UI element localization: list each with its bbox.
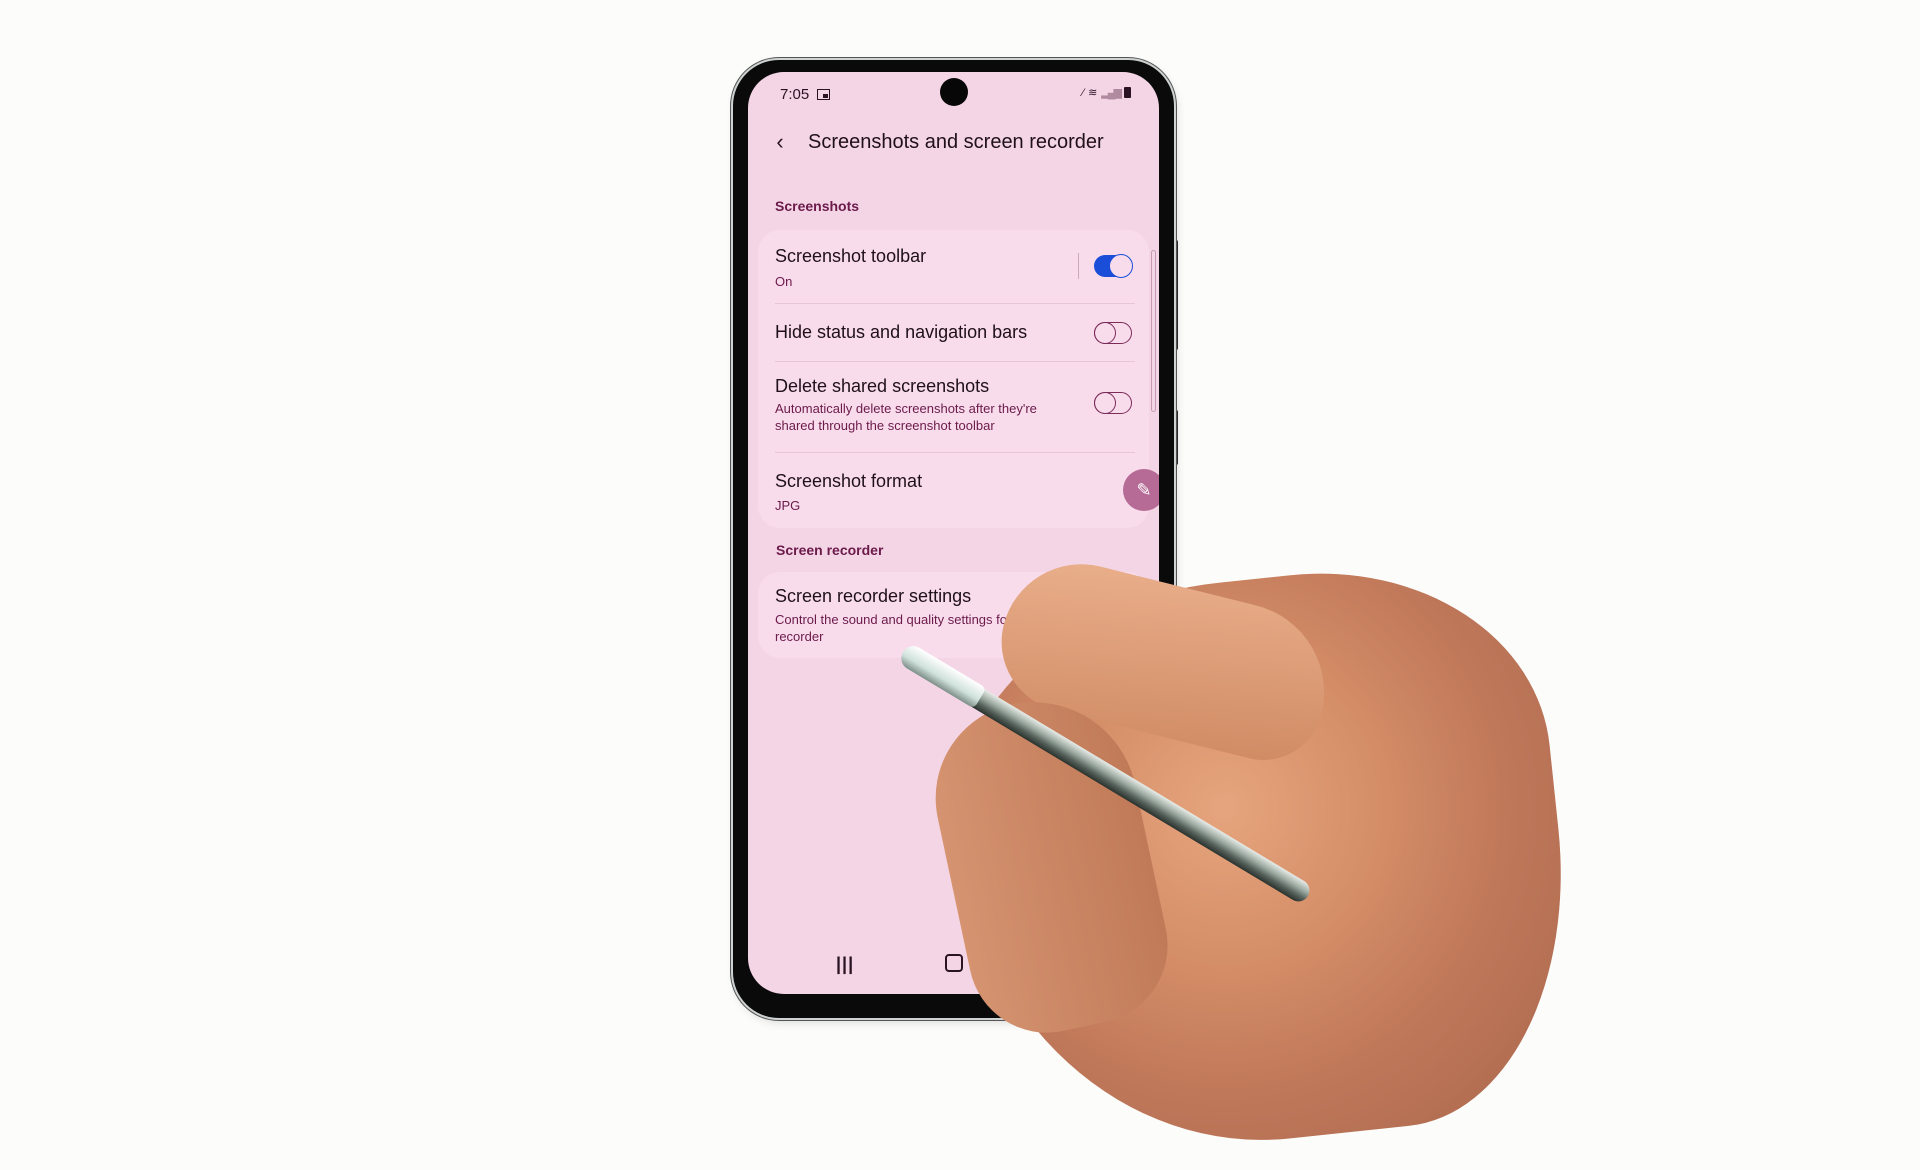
page-title: Screenshots and screen recorder [808,130,1104,153]
home-icon[interactable] [945,954,963,972]
time-text: 7:05 [780,86,810,103]
power-button [1174,410,1178,465]
toggle-knob [1094,391,1116,414]
screenshot-toolbar-toggle[interactable] [1094,254,1133,278]
pencil-icon[interactable]: ✎ [1123,469,1159,511]
scrollbar[interactable] [1151,250,1156,412]
section-label-screenshots: Screenshots [775,198,860,214]
signal-icon: ▂▄▆ [1101,87,1122,99]
row-subtitle: JPG [775,498,801,513]
row-subtitle: On [775,274,793,289]
delete-shared-toggle[interactable] [1094,391,1132,414]
vertical-separator [1078,253,1079,279]
row-title: Screenshot toolbar [775,246,927,266]
row-delete-shared-screenshots[interactable]: Delete shared screenshots Automatically … [758,362,1149,450]
row-subtitle-line1: Automatically delete screenshots after t… [775,401,1037,416]
front-camera [939,78,968,106]
toggle-knob [1109,254,1133,278]
app-header: ‹ Screenshots and screen recorder [768,124,1143,160]
chevron-left-icon[interactable]: ‹ [768,129,792,154]
spen-icon: ⁄ [1082,86,1085,99]
status-time: 7:05 [780,86,831,103]
screenshot-format-card: Screenshot format JPG [758,453,1149,528]
row-title: Hide status and navigation bars [775,322,1028,342]
toggle-knob [1094,321,1116,344]
row-screenshot-toolbar[interactable]: Screenshot toolbar On [758,230,1149,302]
status-icons: ⁄ ≋ ▂▄▆ [1082,86,1131,99]
row-title: Screen recorder settings [775,586,972,606]
row-hide-status-nav-bars[interactable]: Hide status and navigation bars [758,304,1149,360]
section-label-screen-recorder: Screen recorder [776,542,884,558]
row-subtitle-line2: recorder [775,629,824,644]
screenshots-card: Screenshot toolbar On Hide status and na… [758,230,1149,480]
volume-button [1174,240,1178,350]
hide-bars-toggle[interactable] [1094,321,1132,344]
row-screenshot-format[interactable]: Screenshot format JPG [758,453,1149,528]
wifi-icon: ≋ [1088,87,1098,99]
screenshot-notification-icon [817,89,831,100]
row-title: Delete shared screenshots [775,376,990,396]
battery-icon [1124,87,1131,98]
row-title: Screenshot format [775,471,923,491]
row-subtitle-line2: shared through the screenshot toolbar [775,418,995,433]
recents-icon[interactable]: ||| [836,954,854,975]
